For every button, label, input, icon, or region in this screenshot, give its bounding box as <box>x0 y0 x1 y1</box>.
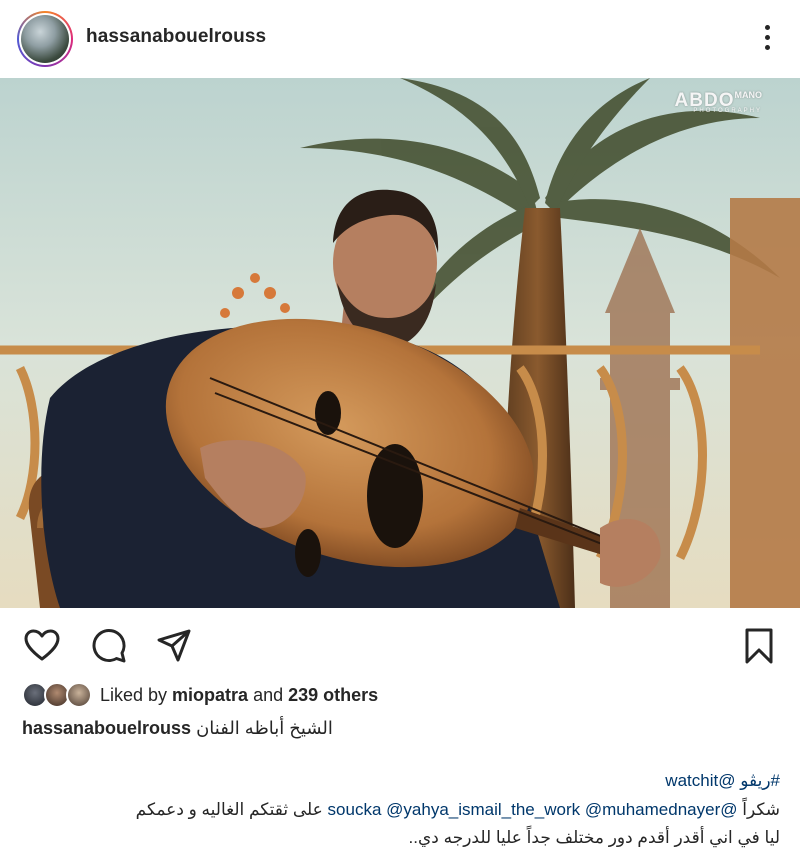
bookmark-icon[interactable] <box>739 626 779 666</box>
caption-line-thanks: شكراً @soucka @yahya_ismail_the_work @mu… <box>135 800 780 819</box>
likes-others[interactable]: 239 others <box>288 685 378 705</box>
comment-icon[interactable] <box>89 626 129 666</box>
post-caption: hassanabouelrouss الشيخ أباظه الفنان <box>22 718 333 739</box>
likes-summary[interactable]: Liked by miopatra and 239 others <box>100 685 378 706</box>
heart-icon[interactable] <box>22 626 62 666</box>
mention-yahya[interactable]: @yahya_ismail_the_work <box>386 800 580 819</box>
photographer-watermark: ABDOMANO PHOTOGRAPHY <box>674 90 762 114</box>
caption-line-hashtags: #ريڤو @watchit <box>20 771 780 791</box>
liker-avatars[interactable] <box>22 681 100 709</box>
post-photo[interactable]: ABDOMANO PHOTOGRAPHY <box>0 78 800 608</box>
hashtag-link[interactable]: #ريڤو <box>740 771 780 790</box>
mention-muhamed[interactable]: @muhamednayer <box>585 800 720 819</box>
more-vertical-icon[interactable] <box>752 22 782 52</box>
photo-illustration <box>0 78 800 608</box>
liked-by-user[interactable]: miopatra <box>172 685 248 705</box>
avatar <box>66 682 92 708</box>
send-icon[interactable] <box>154 626 194 666</box>
post-username[interactable]: hassanabouelrouss <box>86 26 266 48</box>
post-header: hassanabouelrouss <box>0 0 800 76</box>
action-bar <box>0 608 800 678</box>
mention-watchit[interactable]: @watchit <box>665 771 735 790</box>
avatar[interactable] <box>17 11 73 67</box>
caption-username[interactable]: hassanabouelrouss <box>22 718 191 738</box>
avatar-image <box>21 15 69 63</box>
caption-text: الشيخ أباظه الفنان <box>196 718 333 738</box>
likes-row: Liked by miopatra and 239 others <box>22 680 378 710</box>
caption-line-body: ليا في اني أقدر أقدم دور مختلف جداً عليا… <box>408 828 780 847</box>
